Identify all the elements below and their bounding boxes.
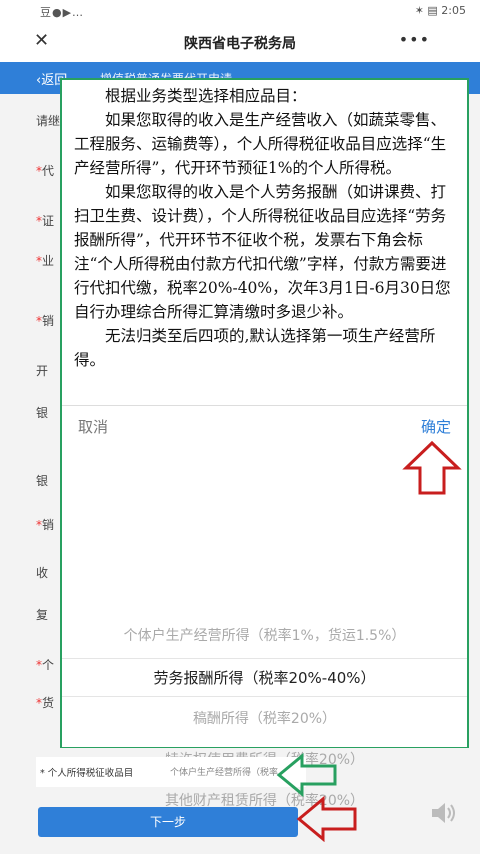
picker-option[interactable]: 个体户生产经营所得（税率1%，货运1.5%） <box>62 625 467 645</box>
form-label-stub: *个 <box>36 656 54 673</box>
up-arrow-red-icon <box>402 440 462 495</box>
income-tax-category-field[interactable]: * 个人所得税征收品目 个体户生产经营所得（税率 <box>36 757 306 787</box>
note-paragraph-4: 无法归类至后四项的,默认选择第一项生产经营所得。 <box>74 327 436 369</box>
instruction-note: 根据业务类型选择相应品目： 如果您取得的收入是生产经营收入（如蔬菜零售、工程服务… <box>74 84 454 372</box>
form-label-text: 业 <box>42 254 55 268</box>
selection-line-bottom <box>62 696 467 697</box>
next-step-button[interactable]: 下一步 <box>38 807 298 837</box>
form-label-text: 货 <box>42 696 55 710</box>
form-label-stub: *代 <box>36 162 54 179</box>
form-label-text: 开 <box>36 364 49 378</box>
status-time: ✶ ▤ 2:05 <box>414 4 466 17</box>
speaker-icon[interactable] <box>428 798 458 828</box>
form-label-stub: 复 <box>36 606 48 623</box>
app-title-bar: ✕ 陕西省电子税务局 ••• <box>0 22 480 63</box>
picker-cancel-button[interactable]: 取消 <box>78 416 108 437</box>
form-label-text: 代 <box>42 164 55 178</box>
note-paragraph-3: 如果您取得的收入是个人劳务报酬（如讲课费、打扫卫生费、设计费），个人所得税征收品… <box>74 183 451 321</box>
more-menu-icon[interactable]: ••• <box>399 30 430 49</box>
form-label-text: 收 <box>36 566 49 580</box>
form-label-stub: 银 <box>36 404 48 421</box>
field-value: 个体户生产经营所得（税率 <box>170 768 279 778</box>
note-paragraph-1: 根据业务类型选择相应品目： <box>105 87 307 105</box>
form-label-text: 证 <box>42 214 55 228</box>
form-label-stub: *货 <box>36 694 54 711</box>
form-label-stub: *证 <box>36 212 54 229</box>
form-labels-strip: 请继 *代 *证 *业 *销开银银 *销收复 *个 *货 <box>36 94 62 754</box>
form-label-stub: 请继 <box>36 112 60 129</box>
form-label-text: 销 <box>42 518 55 532</box>
field-label: * 个人所得税征收品目 <box>40 768 134 779</box>
form-label-text: 复 <box>36 608 49 622</box>
picker-option-selected[interactable]: 劳务报酬所得（税率20%-40%） <box>62 667 467 688</box>
status-icons-left: 豆●▶… <box>40 6 85 19</box>
left-arrow-red-icon <box>296 796 357 842</box>
form-label-stub: 银 <box>36 472 48 489</box>
income-category-picker[interactable]: 取消 确定 个体户生产经营所得（税率1%，货运1.5%） 劳务报酬所得（税率20… <box>62 405 467 809</box>
form-label-text: 请继 <box>36 114 61 128</box>
form-label-text: 银 <box>36 406 49 420</box>
picker-option[interactable]: 稿酬所得（税率20%） <box>62 708 467 728</box>
annotation-box: 根据业务类型选择相应品目： 如果您取得的收入是生产经营收入（如蔬菜零售、工程服务… <box>60 78 469 809</box>
form-label-text: 银 <box>36 474 49 488</box>
selection-line-top <box>62 658 467 659</box>
form-label-text: 销 <box>42 314 55 328</box>
form-label-stub: *销 <box>36 312 54 329</box>
form-label-stub: *业 <box>36 252 54 269</box>
form-label-stub: *销 <box>36 516 54 533</box>
picker-confirm-button[interactable]: 确定 <box>421 416 451 437</box>
note-paragraph-2: 如果您取得的收入是生产经营收入（如蔬菜零售、工程服务、运输费等），个人所得税征收… <box>74 111 447 177</box>
status-bar: 豆●▶… ✶ ▤ 2:05 <box>0 0 480 22</box>
form-label-stub: 收 <box>36 564 48 581</box>
form-label-text: 个 <box>42 658 55 672</box>
form-label-stub: 开 <box>36 362 48 379</box>
left-arrow-green-icon <box>276 753 337 797</box>
